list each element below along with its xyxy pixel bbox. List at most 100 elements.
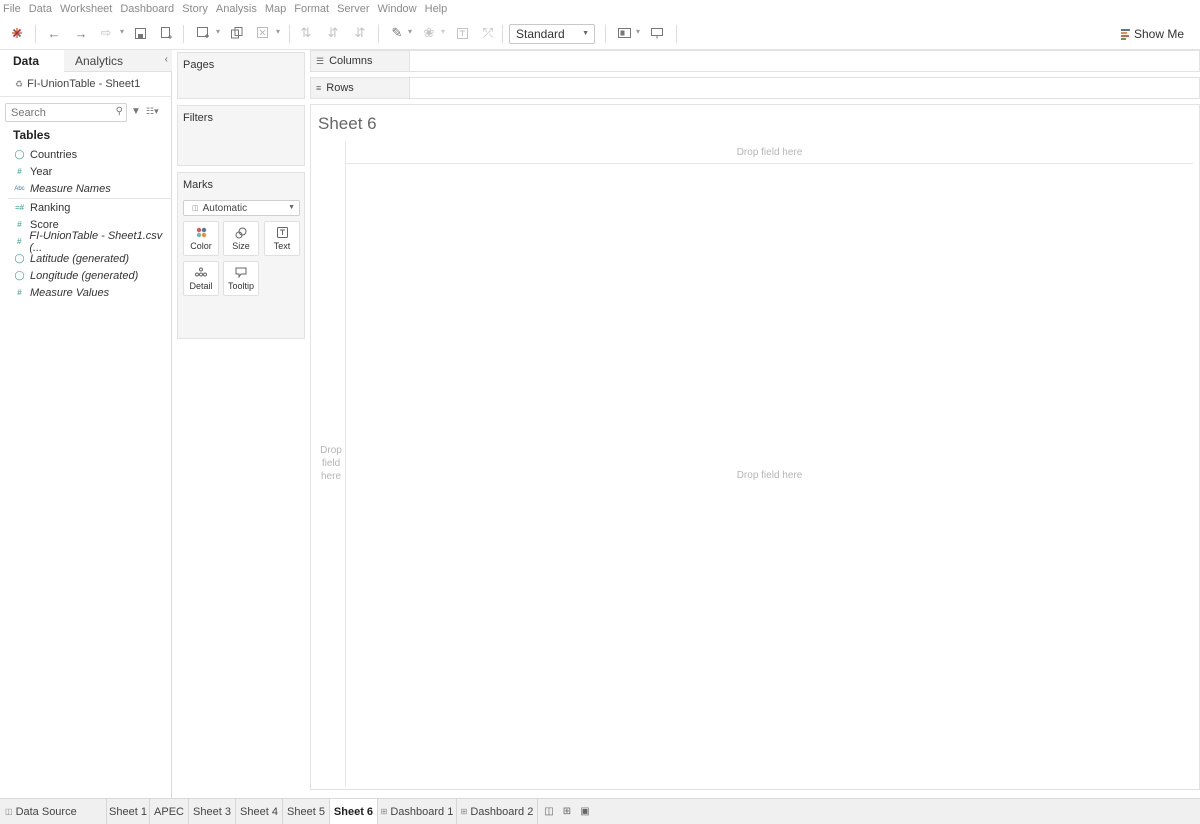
view-drop-zone[interactable]: Drop field here — [346, 164, 1193, 786]
field-measure-names[interactable]: Abc Measure Names — [0, 180, 172, 197]
detail-button[interactable]: Detail — [183, 261, 219, 296]
tab-label: Dashboard 1 — [390, 805, 454, 818]
number-icon: # — [17, 220, 22, 229]
new-story-icon[interactable]: ▣ — [577, 804, 593, 818]
presentation-mode-icon[interactable] — [649, 25, 665, 41]
fit-select[interactable]: Standard ▼ — [509, 24, 595, 44]
filter-icon[interactable]: ▼ — [131, 106, 141, 117]
menu-format[interactable]: Format — [294, 3, 329, 15]
menu-map[interactable]: Map — [265, 3, 286, 15]
datasource-item[interactable]: ♻ FI-UnionTable - Sheet1 — [0, 72, 172, 97]
menu-window[interactable]: Window — [378, 3, 417, 15]
search-input[interactable] — [11, 106, 111, 119]
menu-server[interactable]: Server — [337, 3, 369, 15]
redo-icon[interactable]: → — [73, 25, 89, 41]
rows-shelf[interactable]: ≡ Rows — [310, 77, 1200, 99]
chevron-down-icon[interactable]: ▾ — [441, 27, 445, 36]
field-label: Latitude (generated) — [30, 252, 130, 265]
new-data-source-icon[interactable] — [159, 25, 175, 41]
field-record-count[interactable]: # FI-UnionTable - Sheet1.csv (... — [0, 230, 172, 254]
column-drop-zone[interactable]: Drop field here — [346, 141, 1193, 164]
pages-card[interactable]: Pages — [177, 52, 305, 99]
menu-worksheet[interactable]: Worksheet — [60, 3, 112, 15]
datasource-label: FI-UnionTable - Sheet1 — [27, 78, 141, 90]
toolbar-separator — [289, 25, 290, 43]
show-cards-icon[interactable] — [616, 25, 632, 41]
chevron-down-icon[interactable]: ▾ — [408, 27, 412, 36]
sort-ascending-icon[interactable]: ⇵ — [325, 25, 341, 41]
field-measure-values[interactable]: # Measure Values — [0, 284, 172, 301]
tab-apec[interactable]: APEC — [150, 799, 189, 824]
search-icon[interactable]: ⚲ — [116, 106, 123, 117]
columns-shelf[interactable]: ☰ Columns — [310, 50, 1200, 72]
chevron-down-icon[interactable]: ▾ — [120, 27, 124, 36]
tab-analytics[interactable]: Analytics ‹ — [64, 50, 172, 72]
field-countries[interactable]: ◯ Countries — [0, 146, 172, 163]
swap-rows-columns-icon[interactable]: ⇅ — [298, 25, 314, 41]
search-box[interactable]: ⚲ — [5, 103, 127, 122]
field-label: Year — [30, 165, 53, 178]
field-year[interactable]: # Year — [0, 163, 172, 180]
chevron-down-icon[interactable]: ▾ — [216, 27, 220, 36]
tab-dashboard-2[interactable]: ⊞ Dashboard 2 — [457, 799, 538, 824]
replay-animation-icon[interactable]: ⇨ — [98, 25, 114, 41]
filters-card[interactable]: Filters — [177, 105, 305, 166]
field-label: Longitude (generated) — [30, 269, 139, 282]
undo-icon[interactable]: ← — [46, 25, 62, 41]
row-drop-zone[interactable]: Drop field here — [317, 141, 346, 786]
tab-data[interactable]: Data — [0, 50, 64, 72]
field-label: Measure Names — [30, 182, 111, 195]
rows-label: Rows — [326, 82, 354, 94]
mark-type-select[interactable]: ◫ Automatic ▼ — [183, 200, 300, 216]
color-button[interactable]: Color — [183, 221, 219, 256]
tableau-logo-icon[interactable] — [9, 25, 25, 41]
highlight-icon[interactable]: ✎ — [389, 25, 405, 41]
duplicate-sheet-icon[interactable] — [229, 25, 245, 41]
group-members-icon[interactable]: ❀ — [421, 25, 437, 41]
columns-shelf-label: ☰ Columns — [311, 51, 410, 71]
toolbar: ← → ⇨ ▾ ▾ ▾ ⇅ ⇵ ⇵ ✎ ▾ ❀ ▾ ⤱ Standard ▼ ▾ — [0, 17, 1200, 50]
columns-label: Columns — [329, 55, 373, 67]
tab-sheet-1[interactable]: Sheet 1 — [107, 799, 150, 824]
collapse-pane-icon[interactable]: ‹ — [165, 54, 168, 65]
menu-help[interactable]: Help — [425, 3, 448, 15]
field-longitude[interactable]: ◯ Longitude (generated) — [0, 267, 172, 284]
size-button[interactable]: Size — [223, 221, 259, 256]
tab-dashboard-1[interactable]: ⊞ Dashboard 1 — [378, 799, 457, 824]
tooltip-button[interactable]: Tooltip — [223, 261, 259, 296]
chevron-down-icon[interactable]: ▾ — [276, 27, 280, 36]
new-dashboard-icon[interactable]: ⊞ — [559, 804, 575, 818]
view-options-icon[interactable]: ☷▾ — [146, 106, 159, 117]
tab-sheet-5[interactable]: Sheet 5 — [283, 799, 330, 824]
show-labels-icon[interactable] — [454, 25, 470, 41]
new-worksheet-icon[interactable]: ◫ — [541, 804, 557, 818]
tab-sheet-4[interactable]: Sheet 4 — [236, 799, 283, 824]
clear-sheet-icon[interactable] — [255, 25, 271, 41]
chevron-down-icon[interactable]: ▾ — [636, 27, 640, 36]
tab-data-source[interactable]: ◫ Data Source — [0, 799, 107, 824]
text-button[interactable]: Text — [264, 221, 300, 256]
show-me-bar — [1120, 31, 1127, 34]
mark-type-value: Automatic — [202, 202, 248, 214]
tab-sheet-3[interactable]: Sheet 3 — [189, 799, 236, 824]
field-latitude[interactable]: ◯ Latitude (generated) — [0, 250, 172, 267]
menu-analysis[interactable]: Analysis — [216, 3, 257, 15]
sort-descending-icon[interactable]: ⇵ — [352, 25, 368, 41]
menu-data[interactable]: Data — [29, 3, 52, 15]
pin-axes-icon[interactable]: ⤱ — [480, 25, 496, 41]
new-worksheet-icon[interactable] — [195, 25, 211, 41]
menu-story[interactable]: Story — [182, 3, 208, 15]
menu-dashboard[interactable]: Dashboard — [120, 3, 174, 15]
text-icon — [265, 227, 299, 241]
toolbar-separator — [502, 25, 503, 43]
sheet-title[interactable]: Sheet 6 — [318, 114, 377, 134]
field-ranking[interactable]: =# Ranking — [0, 199, 172, 216]
chevron-down-icon: ▼ — [582, 30, 589, 37]
tab-label: Dashboard 2 — [470, 805, 534, 818]
show-me-button[interactable]: Show Me — [1120, 25, 1184, 43]
number-icon: # — [16, 237, 22, 246]
save-icon[interactable] — [132, 25, 148, 41]
menu-file[interactable]: File — [3, 3, 21, 15]
rows-shelf-label: ≡ Rows — [311, 78, 410, 98]
tab-sheet-6[interactable]: Sheet 6 — [330, 799, 378, 824]
